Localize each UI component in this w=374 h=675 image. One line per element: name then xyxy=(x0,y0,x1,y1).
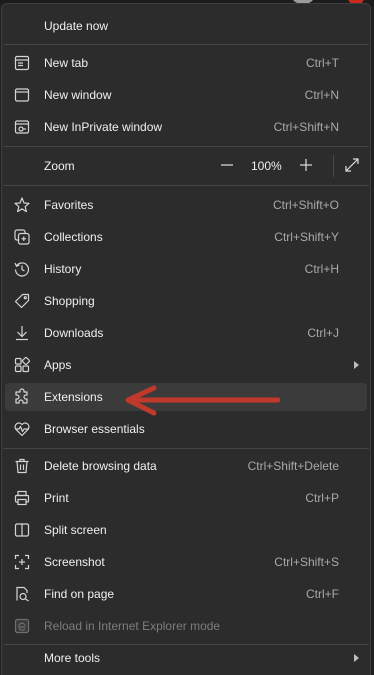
heart-pulse-icon xyxy=(13,420,31,438)
new-inprivate-window-shortcut: Ctrl+Shift+N xyxy=(273,120,339,134)
downloads-item[interactable]: Downloads Ctrl+J xyxy=(5,319,367,347)
shopping-item[interactable]: Shopping xyxy=(5,287,367,315)
browser-essentials-label: Browser essentials xyxy=(44,422,145,436)
settings-and-more-menu: Update now New tab Ctrl+T New window Ctr… xyxy=(1,3,371,675)
new-inprivate-window-label: New InPrivate window xyxy=(44,120,163,134)
delete-browsing-data-item[interactable]: Delete browsing data Ctrl+Shift+Delete xyxy=(5,452,367,480)
split-screen-label: Split screen xyxy=(44,523,107,537)
collections-item[interactable]: Collections Ctrl+Shift+Y xyxy=(5,223,367,251)
history-shortcut: Ctrl+H xyxy=(304,262,339,276)
new-tab-shortcut: Ctrl+T xyxy=(306,56,339,70)
new-tab-label: New tab xyxy=(44,56,89,70)
ie-icon xyxy=(13,617,31,635)
zoom-in-button[interactable] xyxy=(292,152,320,180)
apps-icon xyxy=(13,356,31,374)
menu-divider xyxy=(3,146,369,147)
favorites-label: Favorites xyxy=(44,198,94,212)
apps-item[interactable]: Apps xyxy=(5,351,367,379)
new-window-shortcut: Ctrl+N xyxy=(304,88,339,102)
screenshot-icon xyxy=(13,553,31,571)
find-on-page-shortcut: Ctrl+F xyxy=(306,587,339,601)
fullscreen-button[interactable] xyxy=(337,152,367,180)
find-on-page-item[interactable]: Find on page Ctrl+F xyxy=(5,580,367,608)
new-window-item[interactable]: New window Ctrl+N xyxy=(5,81,367,109)
browser-essentials-item[interactable]: Browser essentials xyxy=(5,415,367,443)
submenu-arrow-icon xyxy=(354,654,359,662)
history-icon xyxy=(13,260,31,278)
screenshot-label: Screenshot xyxy=(44,555,105,569)
zoom-out-button[interactable] xyxy=(213,152,241,180)
find-on-page-label: Find on page xyxy=(44,587,115,601)
zoom-label: Zoom xyxy=(44,159,75,173)
new-tab-icon xyxy=(13,54,31,72)
window-icon xyxy=(13,86,31,104)
zoom-level: 100% xyxy=(251,159,282,173)
delete-browsing-data-shortcut: Ctrl+Shift+Delete xyxy=(247,459,339,473)
new-inprivate-window-item[interactable]: New InPrivate window Ctrl+Shift+N xyxy=(5,113,367,141)
delete-browsing-data-label: Delete browsing data xyxy=(44,459,157,473)
trash-icon xyxy=(13,457,31,475)
downloads-shortcut: Ctrl+J xyxy=(307,326,339,340)
collections-label: Collections xyxy=(44,230,103,244)
print-label: Print xyxy=(44,491,69,505)
zoom-row: Zoom 100% xyxy=(5,152,367,180)
menu-divider xyxy=(3,448,369,449)
inprivate-icon xyxy=(13,118,31,136)
history-label: History xyxy=(44,262,82,276)
puzzle-icon xyxy=(13,388,31,406)
zoom-divider xyxy=(333,155,334,177)
submenu-arrow-icon xyxy=(354,361,359,369)
downloads-label: Downloads xyxy=(44,326,104,340)
update-now-item[interactable]: Update now xyxy=(5,12,367,40)
reload-ie-mode-label: Reload in Internet Explorer mode xyxy=(44,619,221,633)
printer-icon xyxy=(13,489,31,507)
shopping-label: Shopping xyxy=(44,294,95,308)
extensions-label: Extensions xyxy=(44,390,103,404)
new-window-label: New window xyxy=(44,88,112,102)
split-screen-icon xyxy=(13,521,31,539)
split-screen-item[interactable]: Split screen xyxy=(5,516,367,544)
more-tools-item[interactable]: More tools xyxy=(5,644,367,672)
fullscreen-icon xyxy=(344,157,360,176)
new-tab-item[interactable]: New tab Ctrl+T xyxy=(5,49,367,77)
plus-icon xyxy=(299,158,313,175)
print-shortcut: Ctrl+P xyxy=(305,491,339,505)
screenshot-item[interactable]: Screenshot Ctrl+Shift+S xyxy=(5,548,367,576)
find-icon xyxy=(13,585,31,603)
apps-label: Apps xyxy=(44,358,72,372)
extensions-item[interactable]: Extensions xyxy=(5,383,367,411)
screenshot-shortcut: Ctrl+Shift+S xyxy=(274,555,339,569)
history-item[interactable]: History Ctrl+H xyxy=(5,255,367,283)
favorites-shortcut: Ctrl+Shift+O xyxy=(272,198,339,212)
tag-icon xyxy=(13,292,31,310)
menu-divider xyxy=(3,44,369,45)
favorites-item[interactable]: Favorites Ctrl+Shift+O xyxy=(5,191,367,219)
menu-divider xyxy=(3,185,369,186)
reload-ie-mode-item: Reload in Internet Explorer mode xyxy=(5,612,367,640)
more-tools-label: More tools xyxy=(44,651,101,665)
star-icon xyxy=(13,196,31,214)
update-now-label: Update now xyxy=(44,19,109,33)
collections-icon xyxy=(13,228,31,246)
print-item[interactable]: Print Ctrl+P xyxy=(5,484,367,512)
minus-icon xyxy=(220,158,234,175)
collections-shortcut: Ctrl+Shift+Y xyxy=(274,230,339,244)
download-icon xyxy=(13,324,31,342)
